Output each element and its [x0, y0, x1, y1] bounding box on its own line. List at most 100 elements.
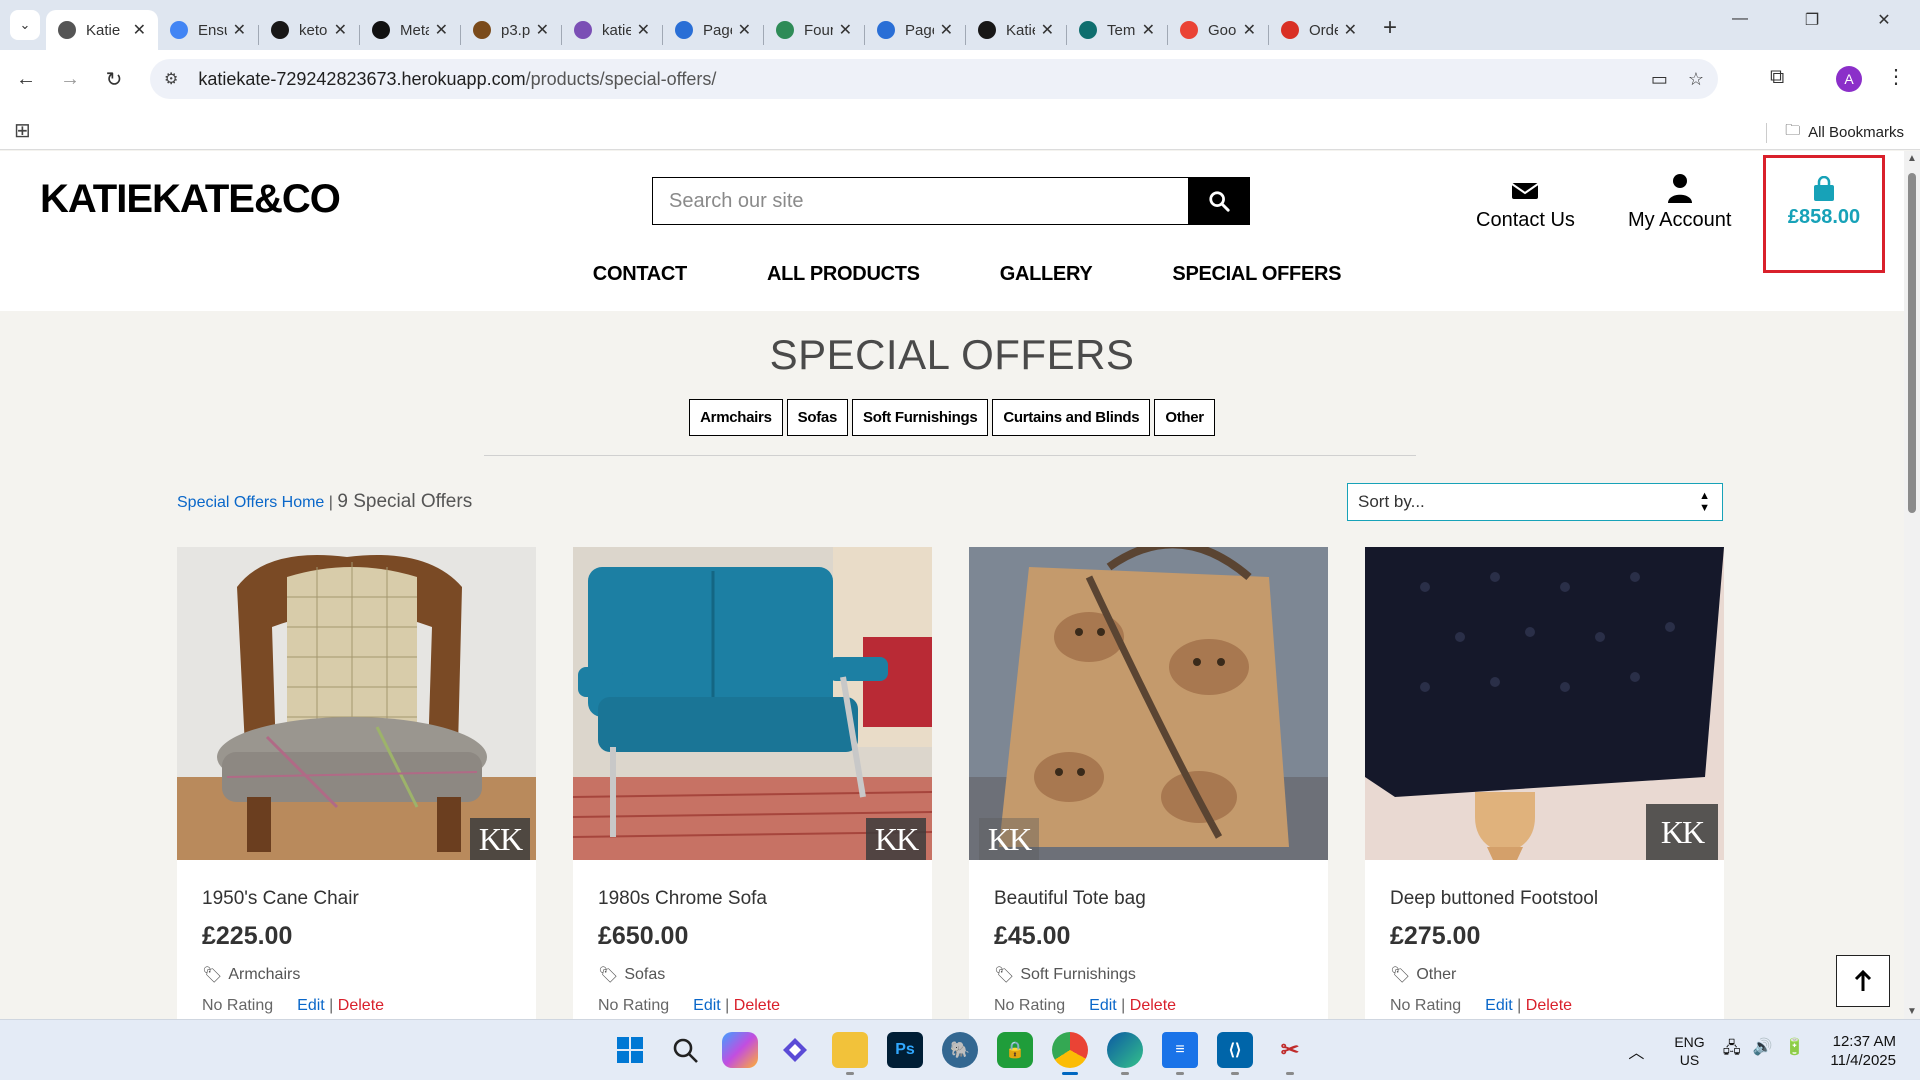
shopping-bag-button[interactable]: £858.00 — [1763, 155, 1885, 273]
vscode-icon[interactable]: ⟨⟩ — [1217, 1032, 1253, 1075]
browser-tab[interactable]: Page ✕ — [663, 10, 763, 50]
tab-close-icon[interactable]: ✕ — [334, 20, 347, 40]
delete-link[interactable]: Delete — [1526, 997, 1572, 1014]
product-image[interactable]: KK — [1365, 547, 1724, 860]
reload-icon[interactable]: ↻ — [96, 67, 132, 92]
product-card[interactable]: KK Deep buttoned Footstool £275.00 🏷 Othe… — [1365, 547, 1724, 1019]
browser-tab[interactable]: Meta ✕ — [360, 10, 460, 50]
tab-close-icon[interactable]: ✕ — [839, 20, 852, 40]
battery-icon[interactable]: 🔋 — [1784, 1037, 1804, 1064]
tab-search-chevron-icon[interactable]: ⌄ — [10, 10, 40, 40]
bookmark-star-icon[interactable]: ☆ — [1688, 69, 1704, 90]
edit-link[interactable]: Edit — [1485, 997, 1513, 1014]
delete-link[interactable]: Delete — [1130, 997, 1176, 1014]
clock[interactable]: 12:37 AM 11/4/2025 — [1830, 1032, 1896, 1070]
browser-tab[interactable]: Katie ✕ — [966, 10, 1066, 50]
browser-tab[interactable]: Four ✕ — [764, 10, 864, 50]
back-to-top-button[interactable] — [1836, 955, 1890, 1007]
browser-tab[interactable]: Katie ✕ — [46, 10, 158, 50]
search-button[interactable] — [1188, 177, 1250, 225]
site-settings-icon[interactable]: ⚙ — [164, 69, 178, 89]
product-name[interactable]: 1950's Cane Chair — [202, 888, 511, 910]
snipping-tool-icon[interactable]: ✂ — [1272, 1032, 1308, 1075]
forward-icon[interactable]: → — [52, 68, 88, 91]
tab-close-icon[interactable]: ✕ — [1344, 20, 1357, 40]
browser-tab[interactable]: Orde ✕ — [1269, 10, 1369, 50]
gemini-diamond-icon[interactable] — [777, 1032, 813, 1068]
tab-close-icon[interactable]: ✕ — [1142, 20, 1155, 40]
scrollbar-thumb[interactable] — [1908, 173, 1916, 513]
omnibox[interactable]: ⚙ katiekate-729242823673.herokuapp.com/p… — [150, 59, 1718, 99]
url-text[interactable]: katiekate-729242823673.herokuapp.com/pro… — [198, 69, 716, 90]
browser-menu-icon[interactable]: ⋮ — [1886, 64, 1906, 89]
product-category[interactable]: 🏷 Soft Furnishings — [994, 965, 1303, 985]
profile-avatar[interactable]: A — [1836, 66, 1862, 92]
product-name[interactable]: Beautiful Tote bag — [994, 888, 1303, 910]
product-image[interactable]: KK — [573, 547, 932, 860]
delete-link[interactable]: Delete — [338, 997, 384, 1014]
edit-link[interactable]: Edit — [693, 997, 721, 1014]
start-windows-icon[interactable] — [612, 1032, 648, 1068]
scroll-up-icon[interactable]: ▲ — [1907, 153, 1917, 164]
category-curtains-blinds-button[interactable]: Curtains and Blinds — [992, 399, 1151, 436]
tab-close-icon[interactable]: ✕ — [1243, 20, 1256, 40]
contact-us-link[interactable]: Contact Us — [1476, 171, 1575, 232]
product-card[interactable]: KK 1950's Cane Chair £225.00 🏷 Armchairs … — [177, 547, 536, 1019]
product-name[interactable]: 1980s Chrome Sofa — [598, 888, 907, 910]
browser-tab[interactable]: Page ✕ — [865, 10, 965, 50]
tab-close-icon[interactable]: ✕ — [940, 20, 953, 40]
new-tab-button[interactable]: + — [1383, 14, 1397, 42]
special-offers-home-link[interactable]: Special Offers Home — [177, 494, 324, 511]
category-sofas-button[interactable]: Sofas — [786, 399, 848, 436]
browser-tab[interactable]: p3.pr ✕ — [461, 10, 561, 50]
edit-link[interactable]: Edit — [297, 997, 325, 1014]
copilot-icon[interactable] — [722, 1032, 758, 1068]
tab-close-icon[interactable]: ✕ — [133, 20, 146, 40]
tab-close-icon[interactable]: ✕ — [536, 20, 549, 40]
show-hidden-icons-chevron-icon[interactable]: ︿ — [1628, 1039, 1644, 1063]
back-icon[interactable]: ← — [8, 68, 44, 91]
product-category[interactable]: 🏷 Other — [1390, 965, 1699, 985]
tab-close-icon[interactable]: ✕ — [738, 20, 751, 40]
search-input[interactable] — [652, 177, 1188, 225]
product-name[interactable]: Deep buttoned Footstool — [1390, 888, 1699, 910]
my-account-link[interactable]: My Account — [1628, 171, 1731, 232]
browser-tab[interactable]: Ensur ✕ — [158, 10, 258, 50]
nav-special-offers[interactable]: SPECIAL OFFERS — [1172, 263, 1341, 286]
nav-all-products[interactable]: ALL PRODUCTS — [767, 263, 920, 286]
tab-close-icon[interactable]: ✕ — [435, 20, 448, 40]
category-armchairs-button[interactable]: Armchairs — [689, 399, 783, 436]
browser-tab[interactable]: Temp ✕ — [1067, 10, 1167, 50]
photoshop-icon[interactable]: Ps — [887, 1032, 923, 1068]
delete-link[interactable]: Delete — [734, 997, 780, 1014]
chrome-icon[interactable] — [1052, 1032, 1088, 1075]
product-card[interactable]: KK Beautiful Tote bag £45.00 🏷 Soft Furni… — [969, 547, 1328, 1019]
file-explorer-icon[interactable] — [832, 1032, 868, 1075]
apps-grid-icon[interactable]: ⊞ — [14, 118, 31, 143]
postgresql-icon[interactable]: 🐘 — [942, 1032, 978, 1068]
page-scrollbar[interactable]: ▲ ▼ — [1904, 151, 1920, 1019]
network-icon[interactable]: 🖧 — [1723, 1037, 1741, 1064]
product-category[interactable]: 🏷 Sofas — [598, 965, 907, 985]
tab-close-icon[interactable]: ✕ — [637, 20, 650, 40]
tab-close-icon[interactable]: ✕ — [233, 20, 246, 40]
extensions-icon[interactable]: ⧉ — [1770, 66, 1784, 89]
browser-tab[interactable]: katie ✕ — [562, 10, 662, 50]
taskbar-search-icon[interactable] — [667, 1032, 703, 1068]
product-category[interactable]: 🏷 Armchairs — [202, 965, 511, 985]
sort-select[interactable]: Sort by... ▲ ▼ — [1347, 483, 1723, 521]
edge-icon[interactable] — [1107, 1032, 1143, 1075]
product-image[interactable]: KK — [177, 547, 536, 860]
tab-close-icon[interactable]: ✕ — [1041, 20, 1054, 40]
site-logo[interactable]: KATIEKATE&CO — [40, 177, 341, 222]
close-window-icon[interactable]: ✕ — [1848, 10, 1920, 30]
scroll-down-icon[interactable]: ▼ — [1907, 1006, 1917, 1017]
language-indicator[interactable]: ENG US — [1674, 1033, 1704, 1069]
product-card[interactable]: KK 1980s Chrome Sofa £650.00 🏷 Sofas No R… — [573, 547, 932, 1019]
category-soft-furnishings-button[interactable]: Soft Furnishings — [852, 399, 989, 436]
edit-link[interactable]: Edit — [1089, 997, 1117, 1014]
nav-gallery[interactable]: GALLERY — [1000, 263, 1093, 286]
nav-contact[interactable]: CONTACT — [593, 263, 687, 286]
browser-tab[interactable]: Goog ✕ — [1168, 10, 1268, 50]
restore-icon[interactable]: ❐ — [1776, 10, 1848, 30]
